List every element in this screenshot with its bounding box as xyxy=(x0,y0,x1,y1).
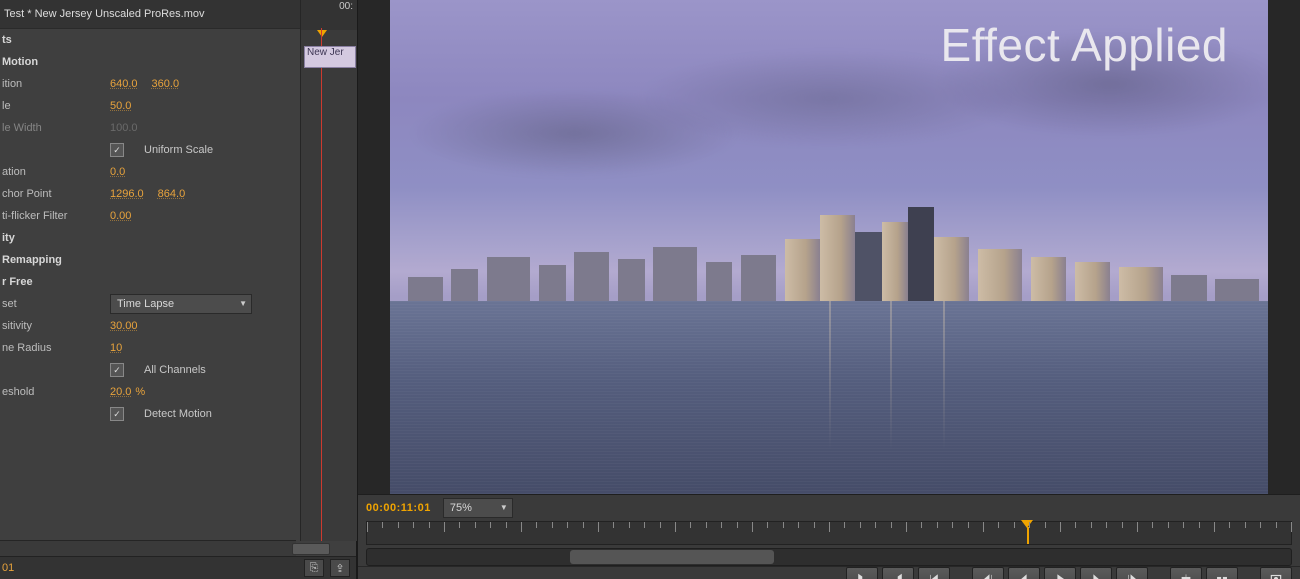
overlay-text: Effect Applied xyxy=(941,18,1228,72)
program-monitor-panel: Effect Applied 00:00:11:01 75% ▼ xyxy=(358,0,1300,579)
anchor-y[interactable]: 864.0 xyxy=(158,188,186,200)
footer-timecode[interactable]: 01 xyxy=(2,562,14,574)
go-to-in-button[interactable] xyxy=(918,567,950,579)
play-button[interactable] xyxy=(1044,567,1076,579)
share-icon[interactable]: ⇪ xyxy=(330,559,350,577)
all-channels-checkbox[interactable] xyxy=(110,363,124,377)
video-frame: Effect Applied xyxy=(390,0,1268,494)
sensitivity-value[interactable]: 30.00 xyxy=(110,320,138,332)
time-radius-value[interactable]: 10 xyxy=(110,342,122,354)
antiflicker-value[interactable]: 0.00 xyxy=(110,210,131,222)
step-back-button[interactable] xyxy=(972,567,1004,579)
scale-value[interactable]: 50.0 xyxy=(110,100,131,112)
program-timecode[interactable]: 00:00:11:01 xyxy=(366,502,431,514)
extract-button[interactable] xyxy=(1206,567,1238,579)
zoom-scrollbar[interactable] xyxy=(366,548,1292,566)
rotation-value[interactable]: 0.0 xyxy=(110,166,125,178)
detect-motion-checkbox[interactable] xyxy=(110,407,124,421)
scale-width-value: 100.0 xyxy=(110,122,138,134)
clip-title: Test * New Jersey Unscaled ProRes.mov xyxy=(4,8,337,20)
lift-button[interactable] xyxy=(1170,567,1202,579)
scrollbar-thumb[interactable] xyxy=(292,543,330,555)
program-controls: 00:00:11:01 75% ▼ xyxy=(358,494,1300,566)
position-y[interactable]: 360.0 xyxy=(152,78,180,90)
panel-footer: 01 ⎘ ⇪ xyxy=(0,556,356,579)
export-frame-button[interactable] xyxy=(1260,567,1292,579)
playhead-line xyxy=(321,28,322,541)
zoom-dropdown[interactable]: 75% ▼ xyxy=(443,498,513,518)
preset-dropdown[interactable]: Time Lapse ▼ xyxy=(110,294,252,314)
threshold-value[interactable]: 20.0 xyxy=(110,386,131,398)
prev-frame-button[interactable] xyxy=(1008,567,1040,579)
uniform-scale-checkbox[interactable] xyxy=(110,143,124,157)
mark-in-button[interactable] xyxy=(846,567,878,579)
effect-controls-panel: Test * New Jersey Unscaled ProRes.mov ▶ … xyxy=(0,0,358,579)
position-x[interactable]: 640.0 xyxy=(110,78,138,90)
clip-block[interactable]: New Jer xyxy=(304,46,356,68)
time-ruler[interactable] xyxy=(366,521,1292,545)
chevron-down-icon: ▼ xyxy=(239,299,247,308)
scrollbar-thumb[interactable] xyxy=(570,550,773,564)
horizontal-scrollbar[interactable] xyxy=(0,540,296,557)
transport-bar xyxy=(358,566,1300,579)
playhead-icon[interactable] xyxy=(317,30,327,37)
pin-icon[interactable]: ⎘ xyxy=(304,559,324,577)
step-forward-button[interactable] xyxy=(1116,567,1148,579)
mark-out-button[interactable] xyxy=(882,567,914,579)
keyframe-timeline[interactable]: 00: New Jer xyxy=(300,0,357,541)
program-viewer[interactable]: Effect Applied xyxy=(358,0,1300,494)
chevron-down-icon: ▼ xyxy=(500,503,508,512)
anchor-x[interactable]: 1296.0 xyxy=(110,188,144,200)
next-frame-button[interactable] xyxy=(1080,567,1112,579)
